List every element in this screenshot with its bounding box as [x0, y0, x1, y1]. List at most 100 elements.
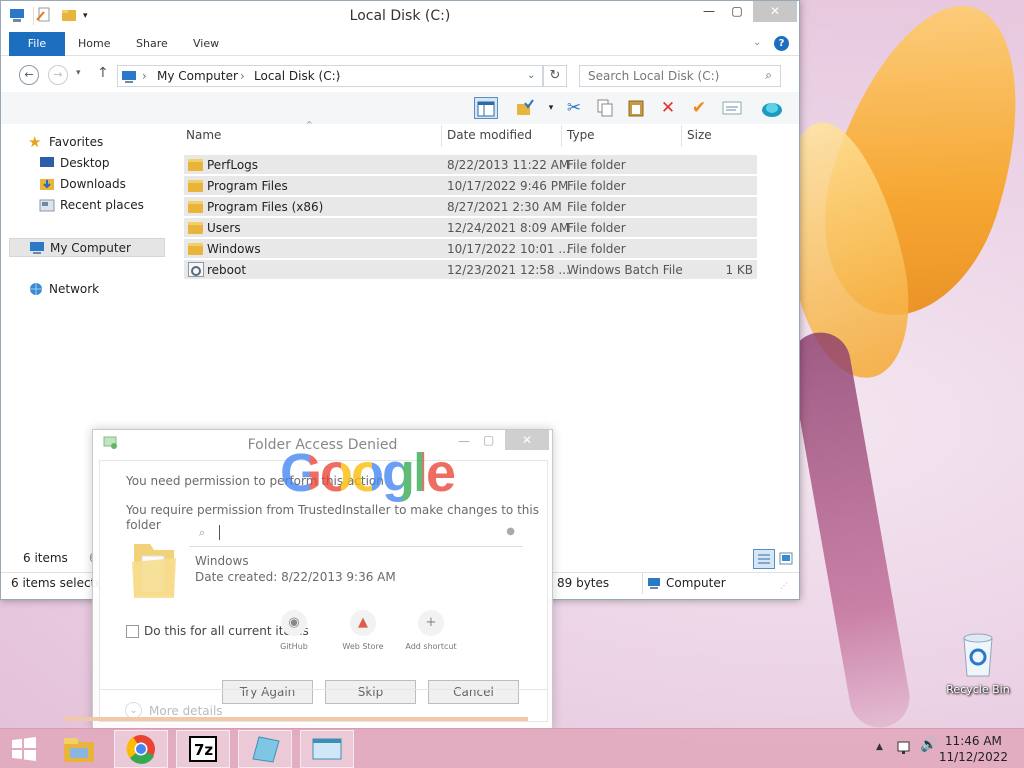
google-search-input[interactable]: ⌕ ● — [189, 523, 523, 547]
breadcrumb-separator[interactable]: › — [240, 69, 245, 83]
computer-icon — [647, 577, 661, 592]
close-button[interactable]: ✕ — [753, 1, 797, 22]
column-header-name[interactable]: Name — [186, 128, 221, 142]
show-hidden-icons[interactable]: ▲ — [876, 742, 883, 752]
column-header-size[interactable]: Size — [687, 128, 712, 142]
tab-home[interactable]: Home — [69, 32, 119, 56]
column-divider[interactable] — [561, 125, 562, 147]
properties-pane-icon[interactable] — [720, 97, 744, 119]
dialog-detail-line1: You require permission from TrustedInsta… — [126, 503, 539, 517]
breadcrumb-local-disk[interactable]: Local Disk (C:) — [254, 69, 340, 83]
copy-icon[interactable] — [593, 97, 617, 119]
app-taskbar-icon[interactable] — [238, 730, 292, 768]
tab-view[interactable]: View — [184, 32, 228, 56]
resize-grip-icon[interactable]: ⋰ — [780, 581, 788, 590]
column-divider[interactable] — [681, 125, 682, 147]
preview-pane-icon[interactable] — [474, 97, 498, 119]
status-location: Computer — [666, 576, 726, 590]
expand-ribbon-icon[interactable]: ⌄ — [753, 37, 761, 48]
address-bar[interactable]: › My Computer › Local Disk (C:) › ⌄ — [117, 65, 543, 87]
dialog-close-button[interactable]: ✕ — [505, 430, 549, 450]
delete-icon[interactable]: ✕ — [656, 97, 680, 119]
clock-date: 11/12/2022 — [938, 750, 1008, 764]
minimize-button[interactable]: — — [695, 1, 723, 22]
star-icon: ★ — [28, 133, 42, 151]
search-input[interactable]: Search Local Disk (C:) ⌕ — [579, 65, 781, 87]
folder-icon — [188, 159, 203, 171]
refresh-button[interactable]: ↻ — [543, 65, 567, 87]
breadcrumb-separator[interactable]: › — [336, 69, 341, 83]
shortcut-add[interactable]: + Add shortcut — [401, 610, 461, 651]
nav-downloads[interactable]: Downloads — [9, 175, 165, 194]
nav-network[interactable]: Network — [9, 280, 165, 299]
file-row[interactable]: reboot 12/23/2021 12:58 ... Windows Batch … — [184, 260, 757, 280]
paste-icon[interactable] — [624, 97, 648, 119]
large-icons-view-icon[interactable] — [779, 552, 793, 568]
folder-access-dialog: Folder Access Denied — ▢ ✕ You need perm… — [63, 429, 553, 729]
forward-button[interactable]: → — [48, 65, 68, 85]
shortcut-label: Add shortcut — [405, 642, 457, 651]
rename-check-icon[interactable]: ✔ — [687, 97, 711, 119]
search-placeholder: Search Local Disk (C:) — [588, 69, 720, 83]
column-header-date[interactable]: Date modified — [447, 128, 532, 142]
details-view-icon[interactable] — [753, 549, 775, 569]
file-name: Windows — [207, 242, 261, 256]
sort-ascending-icon: ^ — [306, 120, 313, 129]
file-type: File folder — [567, 200, 626, 214]
file-name: Users — [207, 221, 241, 235]
apply-all-checkbox[interactable] — [126, 625, 139, 638]
select-dropdown-icon[interactable]: ▾ — [539, 97, 563, 119]
nav-desktop[interactable]: Desktop — [9, 154, 165, 173]
address-dropdown-icon[interactable]: ⌄ — [527, 70, 535, 81]
volume-icon[interactable]: 🔊 — [920, 737, 937, 753]
more-details-toggle[interactable]: More details — [149, 704, 223, 718]
column-divider[interactable] — [441, 125, 442, 147]
nav-recent-places[interactable]: Recent places — [9, 196, 165, 215]
dialog-minimize-button[interactable]: — — [458, 434, 470, 448]
7zip-taskbar-icon[interactable]: 7z — [176, 730, 230, 768]
nav-my-computer[interactable]: My Computer — [9, 238, 165, 257]
search-icon[interactable]: ⌕ — [765, 68, 772, 83]
chrome-taskbar-icon[interactable] — [114, 730, 168, 768]
start-button[interactable] — [0, 730, 48, 768]
back-button[interactable]: ← — [19, 65, 39, 85]
select-folder-icon[interactable] — [513, 97, 537, 119]
network-status-icon[interactable] — [897, 739, 913, 758]
cut-icon[interactable]: ✂ — [562, 97, 586, 119]
shortcut-web-store[interactable]: ▲ Web Store — [333, 610, 393, 651]
system-clock[interactable]: 11:46 AM 11/12/2022 — [939, 733, 1008, 765]
recent-locations-icon[interactable]: ▾ — [76, 68, 81, 78]
address-row: ← → ▾ ↑ › My Computer › Local Disk (C:) … — [1, 56, 799, 92]
recycle-bin[interactable]: Recycle Bin — [938, 632, 1018, 702]
file-row[interactable]: Program Files (x86) 8/27/2021 2:30 AM File… — [184, 197, 757, 217]
nav-favorites[interactable]: ★ Favorites — [9, 133, 165, 152]
column-header-type[interactable]: Type — [567, 128, 595, 142]
file-type: Windows Batch File — [567, 263, 683, 277]
search-icon: ⌕ — [199, 526, 206, 539]
breadcrumb-separator[interactable]: › — [142, 69, 147, 83]
shell-icon[interactable] — [760, 97, 784, 119]
help-icon[interactable]: ? — [774, 36, 789, 51]
svg-text:7z: 7z — [194, 741, 213, 759]
breadcrumb-my-computer[interactable]: My Computer — [157, 69, 238, 83]
file-row[interactable]: Users 12/24/2021 8:09 AM File folder — [184, 218, 757, 238]
skip-button[interactable]: Skip — [325, 680, 416, 704]
window-taskbar-icon[interactable] — [300, 730, 354, 768]
tab-file[interactable]: File — [9, 32, 65, 56]
folder-date-created: Date created: 8/22/2013 9:36 AM — [195, 570, 396, 584]
file-row[interactable]: PerfLogs 8/22/2013 11:22 AM File folder — [184, 155, 757, 175]
dialog-maximize-button[interactable]: ▢ — [483, 433, 494, 447]
folder-icon — [188, 222, 203, 234]
microphone-icon[interactable]: ● — [506, 526, 515, 537]
folder-icon — [188, 201, 203, 213]
add-shortcut-icon: + — [418, 610, 444, 636]
up-button[interactable]: ↑ — [97, 65, 109, 81]
file-row[interactable]: Windows 10/17/2022 10:01 ... File folder — [184, 239, 757, 259]
cancel-button[interactable]: Cancel — [428, 680, 519, 704]
tab-share[interactable]: Share — [127, 32, 177, 56]
file-row[interactable]: Program Files 10/17/2022 9:46 PM File fold… — [184, 176, 757, 196]
file-explorer-taskbar-icon[interactable] — [52, 730, 106, 768]
shortcut-github[interactable]: ◉ GitHub — [264, 610, 324, 651]
maximize-button[interactable]: ▢ — [723, 1, 751, 22]
try-again-button[interactable]: Try Again — [222, 680, 313, 704]
